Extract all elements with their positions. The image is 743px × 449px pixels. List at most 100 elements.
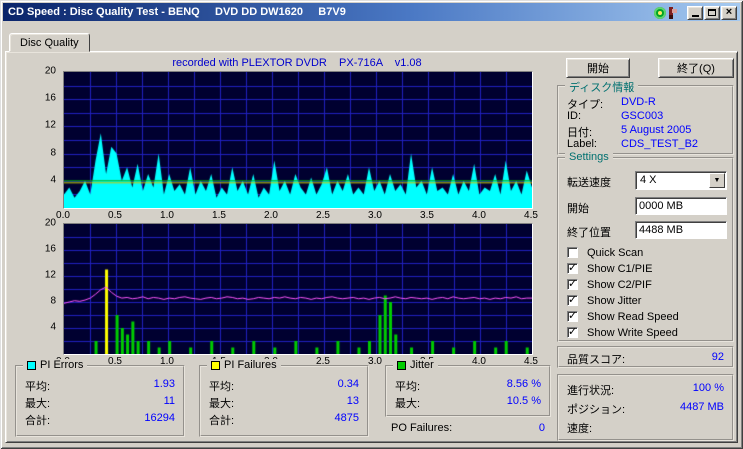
show-write-speed-checkbox[interactable]: ✓ (567, 326, 578, 338)
camera-icon-button[interactable] (669, 5, 686, 20)
stat-value: 8.56 % (506, 378, 541, 390)
transfer-speed-select[interactable]: 4 X ▼ (635, 171, 727, 190)
pi-failures-color-swatch (211, 360, 220, 370)
recorded-with-label: recorded with PLEXTOR DVDR PX-716A v1.08 (172, 57, 422, 69)
position-label: ポジション: (567, 404, 626, 416)
disc-info-value: GSC003 (621, 110, 664, 122)
disc-info-value: DVD-R (621, 96, 656, 108)
check-icon: ✓ (568, 310, 578, 322)
check-icon: ✓ (568, 262, 578, 274)
stat-label: 平均: (25, 381, 51, 393)
stat-label: 平均: (209, 381, 235, 393)
checkbox-row-show-c2-pif[interactable]: ✓ Show C2/PIF (567, 278, 726, 293)
stat-row: 最大: 10.5 % (395, 395, 541, 410)
end-position-input[interactable] (635, 221, 727, 239)
position-value: 4487 MB (679, 401, 724, 413)
stat-value: 16294 (144, 412, 175, 424)
start-position-label: 開始 (567, 203, 589, 215)
start-position-input[interactable] (635, 197, 727, 215)
stat-label: 最大: (25, 398, 51, 410)
titlebar-buttons: × (651, 5, 737, 20)
cd-icon-button[interactable] (651, 5, 668, 20)
stat-value: 10.5 % (506, 395, 541, 407)
tab-page: recorded with PLEXTOR DVDR PX-716A v1.08… (5, 51, 738, 443)
maximize-icon (708, 9, 716, 16)
quality-score-box: 品質スコア: 92 (557, 346, 734, 368)
stat-label: 合計: (209, 415, 235, 427)
show-c2-pif-checkbox[interactable]: ✓ (567, 278, 578, 290)
tab-label: Disc Quality (20, 37, 79, 49)
show-read-speed-checkbox[interactable]: ✓ (567, 310, 578, 322)
close-button[interactable]: × (721, 5, 737, 20)
group-title: Settings (569, 151, 609, 163)
position-row: ポジション: 4487 MB (567, 401, 724, 416)
app-window: CD Speed : Disc Quality Test - BENQ DVD … (0, 0, 743, 449)
stat-row: 平均: 0.34 (209, 378, 359, 393)
start-button[interactable]: 開始 (566, 58, 630, 78)
minimize-icon (691, 15, 699, 17)
disc-info-value: 5 August 2005 (621, 124, 692, 136)
quality-score-label: 品質スコア: (567, 354, 626, 366)
jitter-group-title: Jitter (393, 359, 438, 371)
checkbox-label: Show C1/PIE (587, 263, 653, 275)
check-icon: ✓ (568, 278, 578, 290)
group-title: PI Failures (224, 359, 277, 371)
quick-scan-checkbox[interactable]: ✓ (567, 247, 578, 258)
disc-info-row: 日付: 5 August 2005 (567, 124, 724, 139)
disc-info-row: ID: GSC003 (567, 110, 724, 124)
top-chart-y-axis-labels: 20 16 12 8 4 (44, 65, 56, 186)
pi-errors-color-swatch (27, 360, 36, 370)
quality-score-value: 92 (711, 351, 724, 363)
disc-info-value: CDS_TEST_B2 (621, 138, 699, 150)
speed-label: 速度: (567, 423, 593, 435)
checkbox-label: Quick Scan (587, 247, 644, 259)
progress-row: 進行状況: 100 % (567, 382, 724, 397)
quality-score-row: 品質スコア: 92 (567, 351, 724, 366)
checkbox-row-show-read-speed[interactable]: ✓ Show Read Speed (567, 310, 726, 325)
pi-failures-jitter-chart (63, 223, 533, 355)
group-title: PI Errors (40, 359, 84, 371)
stat-value: 4875 (334, 412, 359, 424)
stat-label: 合計: (25, 415, 51, 427)
transfer-speed-label: 転送速度 (567, 177, 611, 189)
disc-info-row: タイプ: DVD-R (567, 96, 724, 111)
group-title: ディスク情報 (569, 82, 635, 94)
stat-row: 最大: 11 (25, 395, 175, 410)
settings-group: Settings 転送速度 4 X ▼ 開始 終了位置 ✓ Quick Scan… (557, 151, 734, 342)
po-failures-label: PO Failures: (391, 422, 453, 434)
stat-row: 合計: 16294 (25, 412, 175, 427)
checkbox-label: Show C2/PIF (587, 279, 652, 291)
bottom-chart-y-axis-labels: 20 16 12 8 4 (44, 217, 56, 333)
check-icon: ✓ (568, 294, 578, 306)
progress-box: 進行状況: 100 % ポジション: 4487 MB 速度: (557, 374, 734, 441)
stat-value: 13 (346, 395, 359, 407)
show-c1-pie-checkbox[interactable]: ✓ (567, 262, 578, 274)
tab-disc-quality[interactable]: Disc Quality (9, 33, 90, 52)
minimize-button[interactable] (687, 5, 703, 20)
checkbox-row-show-jitter[interactable]: ✓ Show Jitter (567, 294, 726, 309)
end-position-label: 終了位置 (567, 227, 611, 239)
po-failures-row: PO Failures: 0 (391, 422, 545, 436)
show-jitter-checkbox[interactable]: ✓ (567, 294, 578, 306)
stat-label: 平均: (395, 381, 421, 393)
close-icon: × (725, 6, 733, 18)
jitter-group: Jitter 平均: 8.56 % 最大: 10.5 % (385, 359, 551, 417)
checkbox-row-show-write-speed[interactable]: ✓ Show Write Speed (567, 326, 726, 341)
disc-info-label: ID: (567, 110, 582, 122)
title-bar[interactable]: CD Speed : Disc Quality Test - BENQ DVD … (3, 3, 740, 21)
pi-errors-group: PI Errors 平均: 1.93 最大: 11 合計: 16294 (15, 359, 185, 437)
stat-value: 0.34 (337, 378, 359, 390)
top-chart-x-axis-labels: 0.0 0.5 1.0 1.5 2.0 2.5 3.0 3.5 4.0 4.5 (56, 210, 538, 221)
exit-button[interactable]: 終了(Q) (658, 58, 734, 78)
maximize-button[interactable] (704, 5, 720, 20)
checkbox-row-quick-scan[interactable]: ✓ Quick Scan (567, 247, 726, 261)
progress-value: 100 % (692, 382, 724, 394)
checkbox-row-show-c1-pie[interactable]: ✓ Show C1/PIE (567, 262, 726, 277)
stat-label: 最大: (209, 398, 235, 410)
jitter-color-swatch (397, 360, 406, 370)
window-title: CD Speed : Disc Quality Test - BENQ DVD … (8, 6, 346, 18)
group-title: Jitter (410, 359, 434, 371)
chevron-down-icon[interactable]: ▼ (709, 173, 725, 188)
disc-info-group: ディスク情報 タイプ: DVD-R ID: GSC003 日付: 5 August 2… (557, 79, 734, 155)
progress-label: 進行状況: (567, 385, 615, 397)
